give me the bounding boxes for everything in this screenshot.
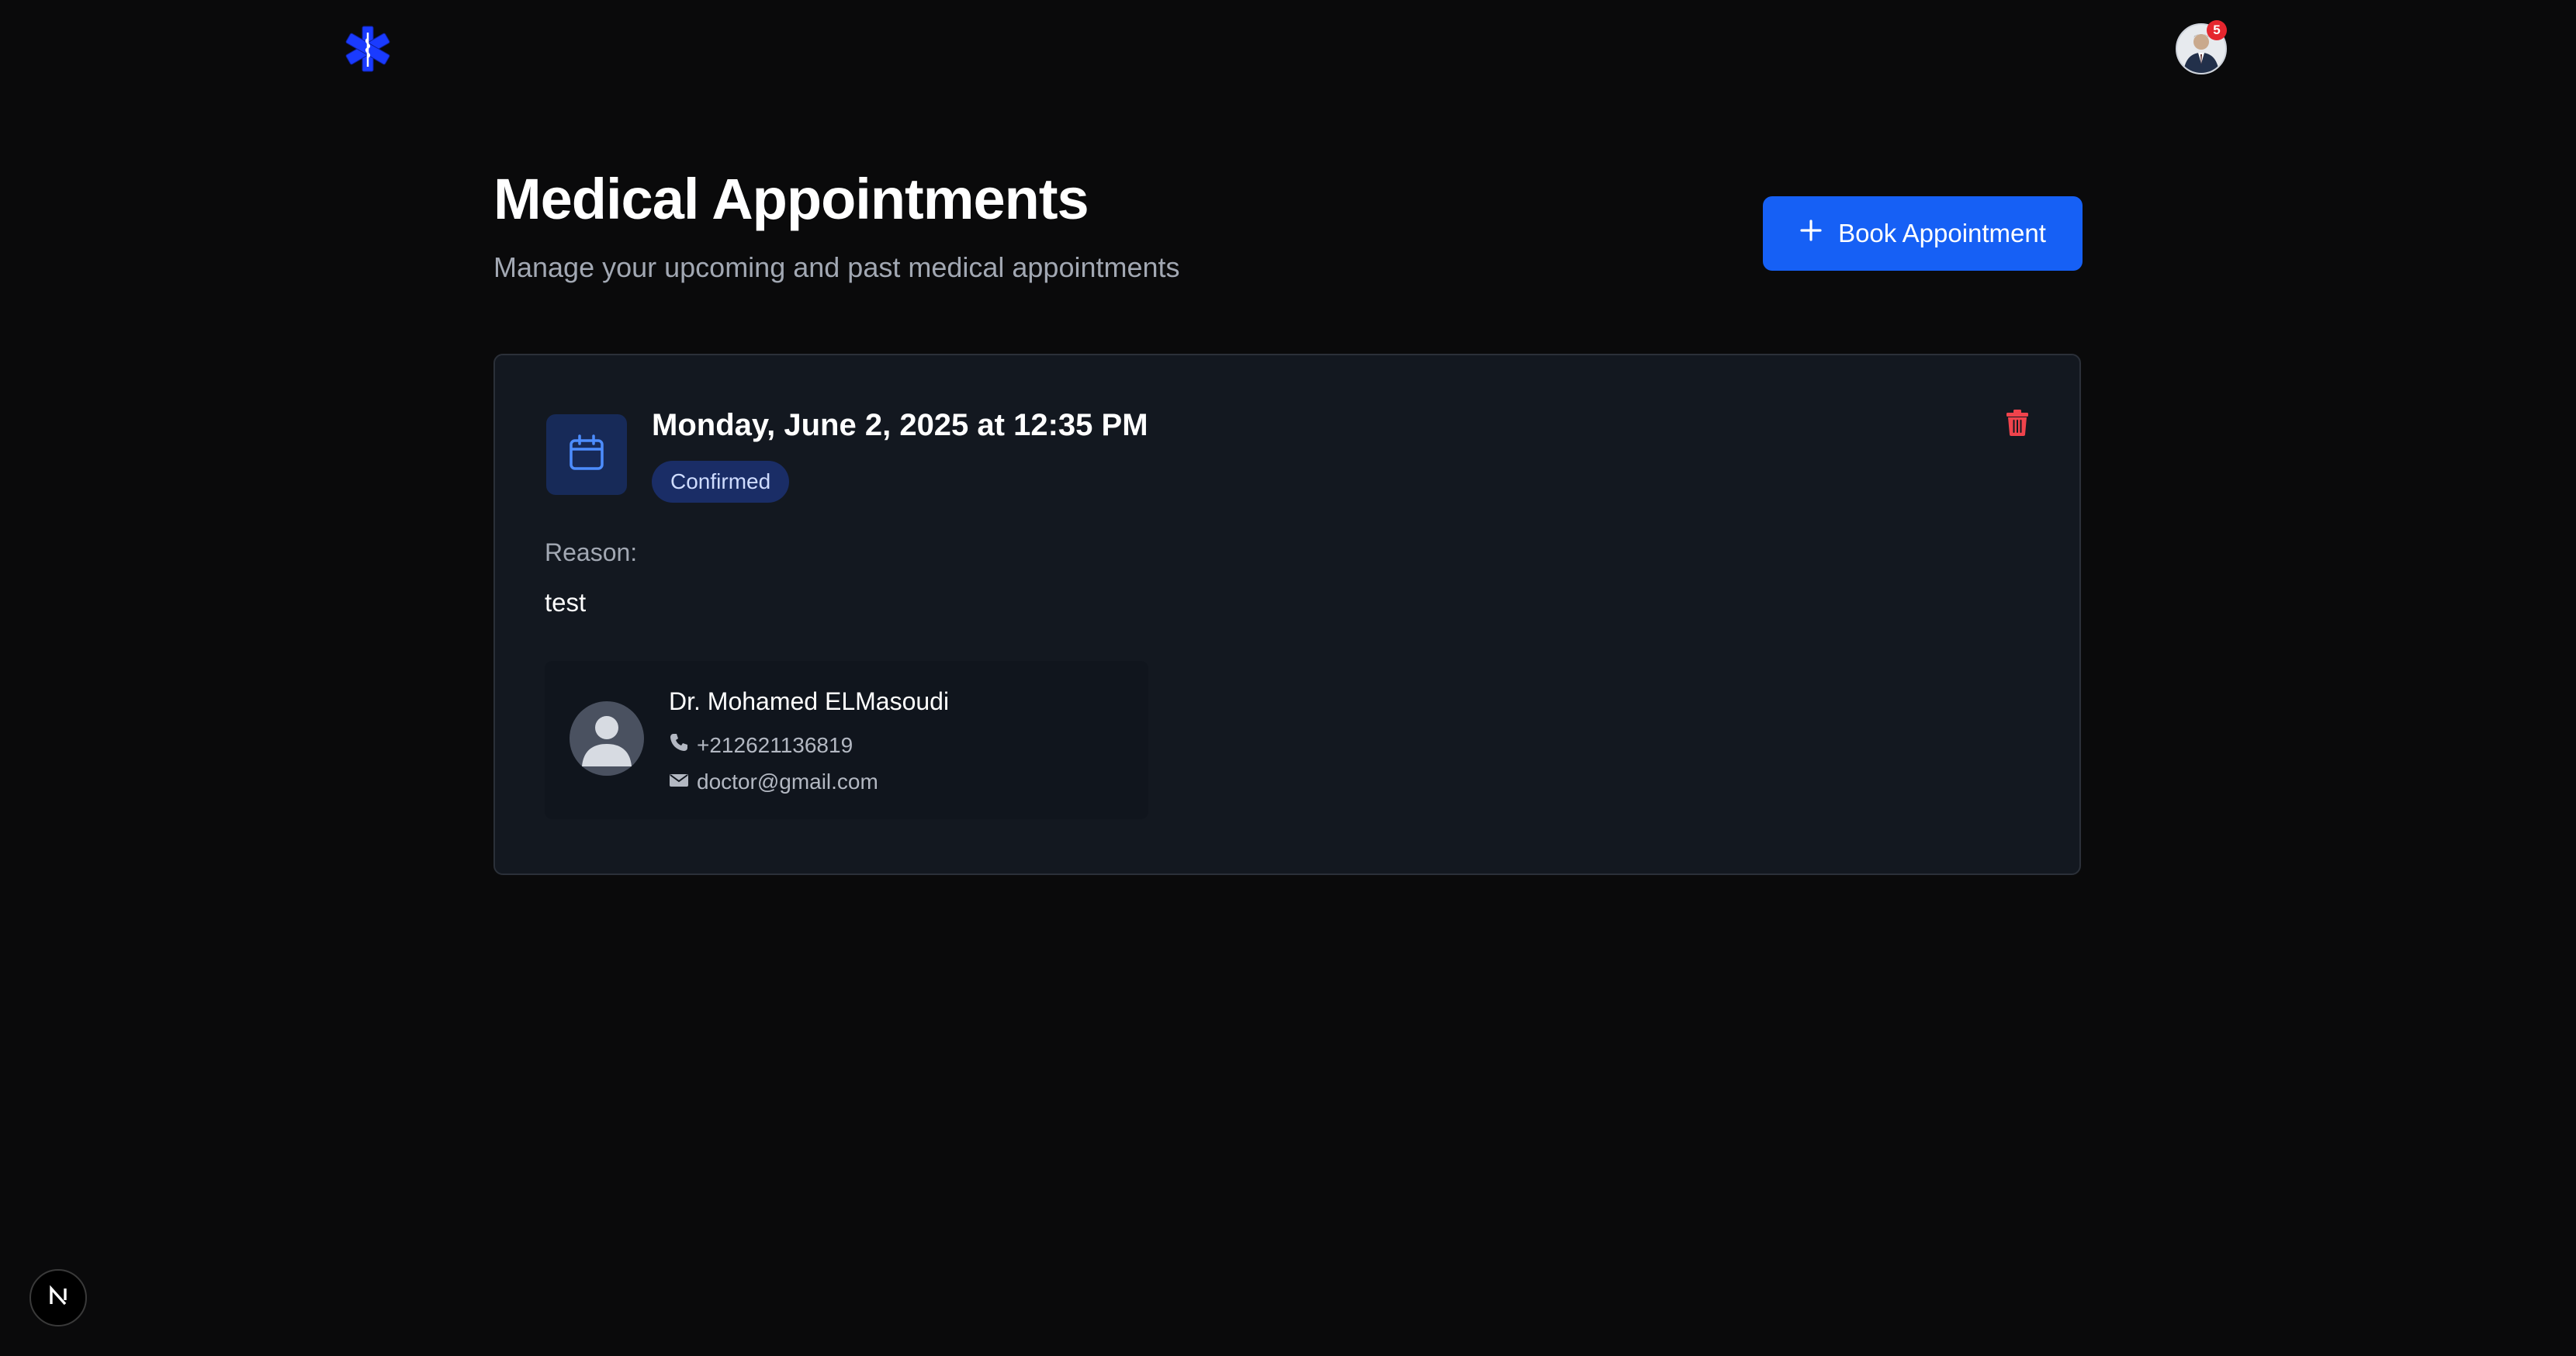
nextjs-dev-indicator-button[interactable]: [29, 1269, 87, 1327]
delete-appointment-button[interactable]: [2000, 405, 2034, 444]
trash-icon: [2006, 409, 2029, 441]
nextjs-n-icon: [45, 1283, 71, 1313]
mail-icon: [669, 770, 689, 794]
book-appointment-button[interactable]: Book Appointment: [1763, 196, 2083, 271]
appointment-datetime: Monday, June 2, 2025 at 12:35 PM: [652, 408, 1148, 442]
doctor-phone-row: +212621136819: [669, 732, 853, 758]
calendar-icon: [567, 434, 606, 476]
doctor-avatar-icon: [570, 701, 644, 776]
doctor-phone: +212621136819: [697, 732, 853, 757]
top-navigation-bar: 5: [0, 0, 2576, 101]
doctor-name: Dr. Mohamed ELMasoudi: [669, 687, 950, 715]
user-avatar-button[interactable]: 5: [2176, 20, 2227, 74]
star-of-life-logo-icon[interactable]: [344, 25, 392, 73]
doctor-email: doctor@gmail.com: [697, 770, 878, 794]
page-title: Medical Appointments: [493, 167, 1089, 231]
calendar-icon-container: [546, 414, 627, 495]
phone-icon: [669, 732, 689, 758]
doctor-email-row: doctor@gmail.com: [669, 770, 878, 794]
reason-label: Reason:: [545, 538, 638, 566]
page-subtitle: Manage your upcoming and past medical ap…: [493, 251, 1180, 283]
reason-text: test: [545, 588, 587, 617]
status-badge: Confirmed: [652, 461, 790, 503]
doctor-info-panel: Dr. Mohamed ELMasoudi +212621136819 doct…: [545, 661, 1148, 819]
plus-icon: [1799, 219, 1823, 248]
notification-count-badge: 5: [2207, 20, 2227, 40]
appointment-card: Monday, June 2, 2025 at 12:35 PM Confirm…: [493, 354, 2081, 875]
book-appointment-label: Book Appointment: [1838, 219, 2046, 247]
